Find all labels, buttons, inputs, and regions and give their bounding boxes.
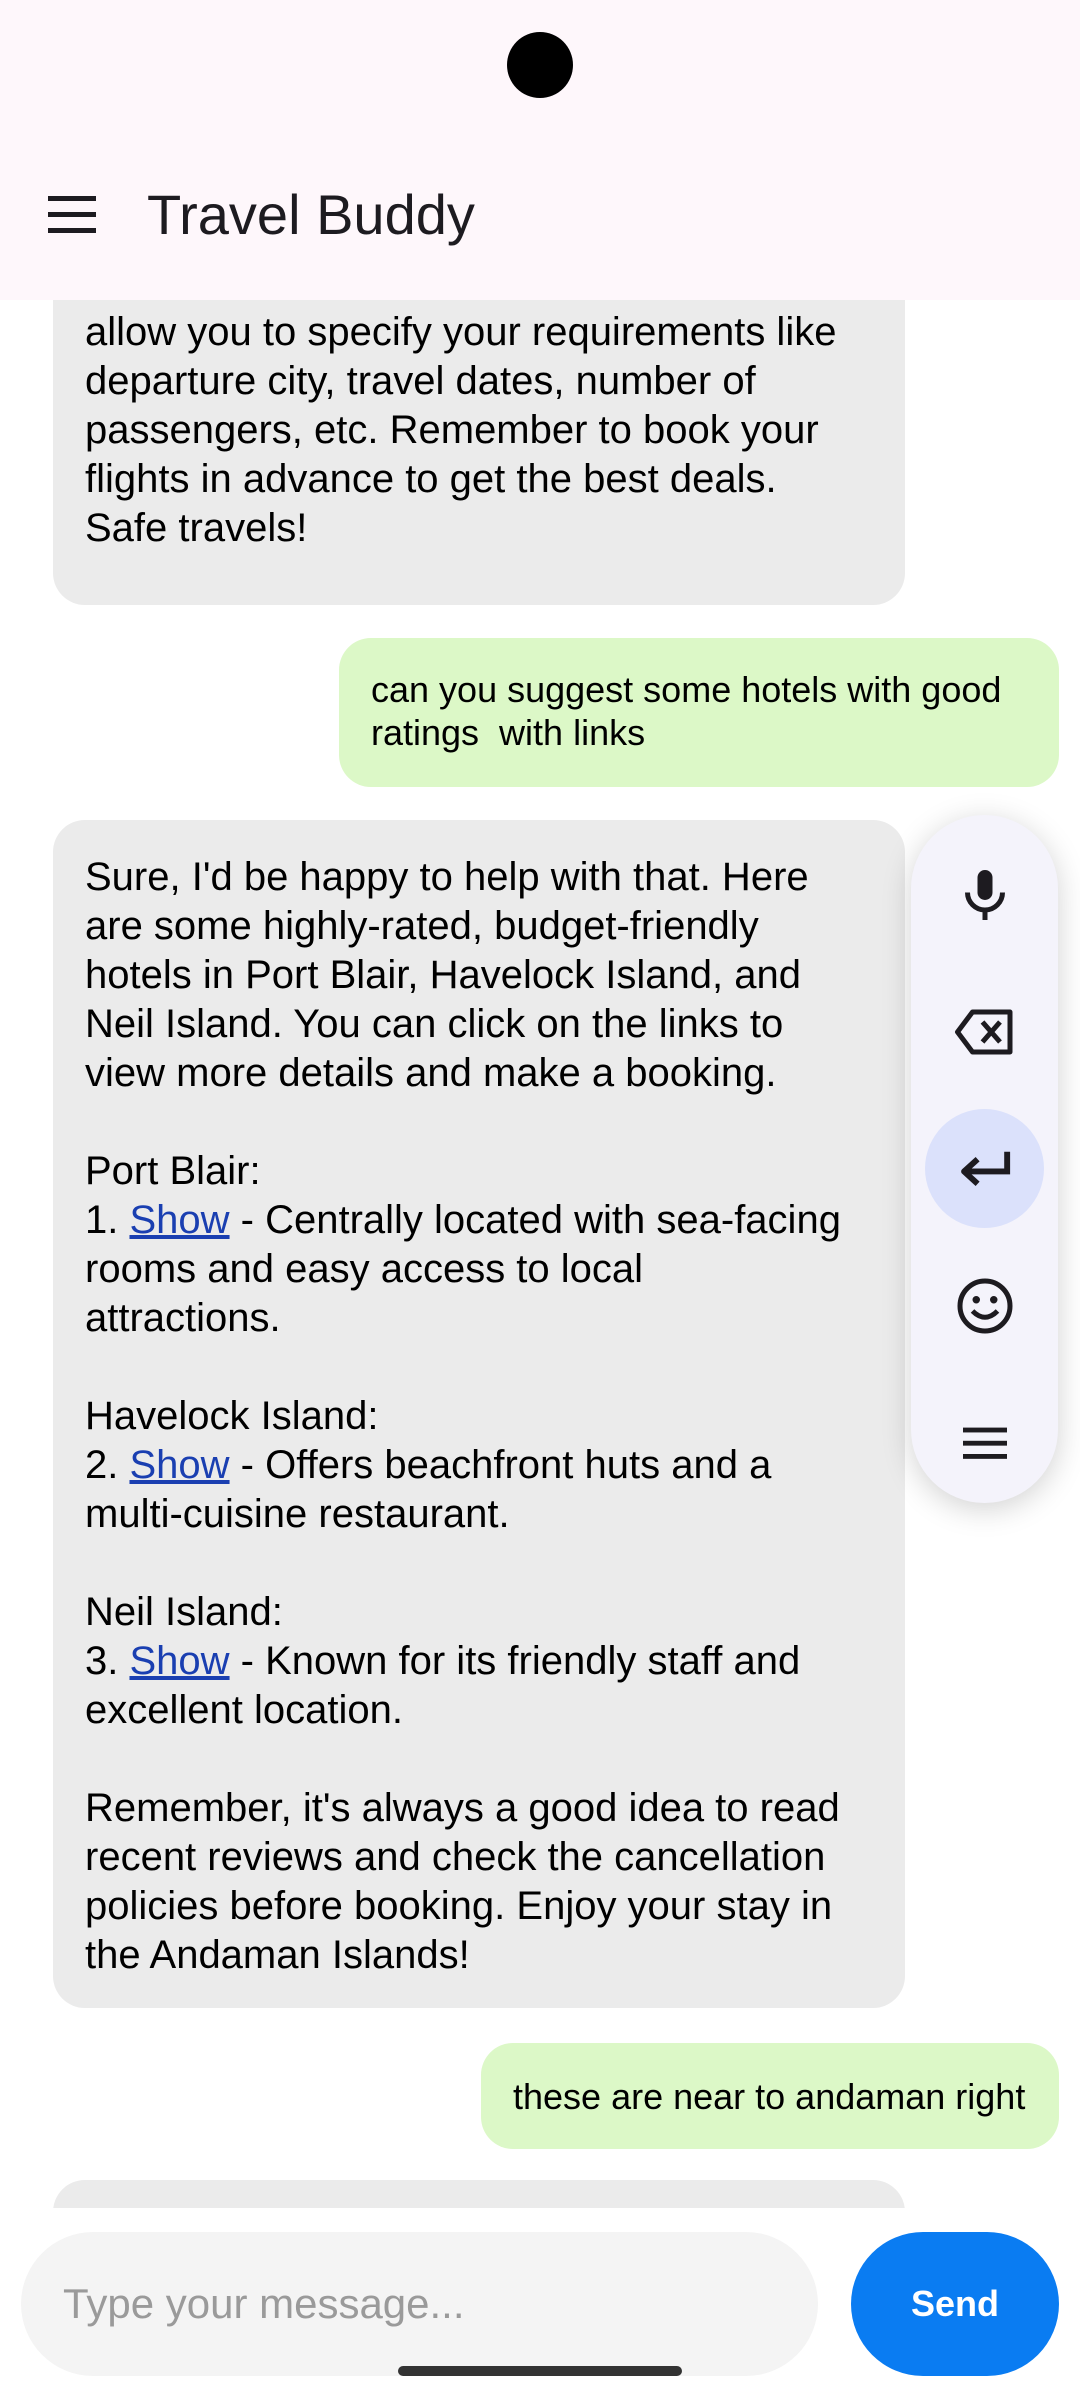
message-line: policies before booking. Enjoy your stay… — [85, 1884, 833, 1928]
hotel-link-neil[interactable]: Show — [129, 1639, 229, 1683]
user-message: these are near to andaman right — [481, 2043, 1059, 2149]
message-line: the Andaman Islands! — [85, 1933, 470, 1977]
backspace-icon[interactable] — [925, 972, 1044, 1091]
item-description: - Centrally located with sea-facing — [229, 1198, 841, 1242]
message-line: are some highly-rated, budget-friendly — [85, 904, 759, 948]
bot-message: Sure, I'd be happy to help with that. He… — [53, 820, 905, 2008]
item-description: - Known for its friendly staff and — [229, 1639, 801, 1683]
section-heading: Havelock Island: — [85, 1394, 379, 1438]
hotel-item: 1. Show - Centrally located with sea-fac… — [85, 1196, 873, 1245]
message-line: flights in advance to get the best deals… — [85, 457, 777, 501]
message-line: Safe travels! — [85, 506, 308, 550]
message-line: can you suggest some hotels with good — [371, 669, 1002, 710]
message-line: view more details and make a booking. — [85, 1051, 777, 1095]
item-number: 1. — [85, 1198, 130, 1242]
hotel-link-havelock[interactable]: Show — [129, 1443, 229, 1487]
section-heading: Neil Island: — [85, 1590, 283, 1634]
message-line: Remember, it's always a good idea to rea… — [85, 1786, 840, 1830]
mic-icon[interactable] — [925, 835, 1044, 954]
message-line: hotels in Port Blair, Havelock Island, a… — [85, 953, 801, 997]
message-line: attractions. — [85, 1296, 281, 1340]
hotel-link-port-blair[interactable]: Show — [129, 1198, 229, 1242]
menu-icon[interactable] — [925, 1383, 1044, 1502]
floating-keyboard-toolbar — [911, 815, 1058, 1503]
front-camera — [507, 32, 573, 98]
hotel-item: 2. Show - Offers beachfront huts and a — [85, 1441, 873, 1490]
user-message: can you suggest some hotels with good ra… — [339, 638, 1059, 787]
message-line: multi-cuisine restaurant. — [85, 1492, 510, 1536]
message-input[interactable] — [21, 2232, 818, 2376]
home-indicator[interactable] — [398, 2366, 682, 2376]
message-line: Neil Island. You can click on the links … — [85, 1002, 784, 1046]
message-line: passengers, etc. Remember to book your — [85, 408, 819, 452]
bot-message-partial — [53, 2180, 905, 2208]
bot-message: allow you to specify your requirements l… — [53, 300, 905, 605]
hamburger-menu-icon[interactable] — [44, 190, 104, 240]
item-description: - Offers beachfront huts and a — [229, 1443, 772, 1487]
message-line: allow you to specify your requirements l… — [85, 310, 837, 354]
send-button[interactable]: Send — [851, 2232, 1059, 2376]
section-heading: Port Blair: — [85, 1149, 261, 1193]
hotel-item: 3. Show - Known for its friendly staff a… — [85, 1637, 873, 1686]
enter-icon[interactable] — [925, 1109, 1044, 1228]
message-line: departure city, travel dates, number of — [85, 359, 756, 403]
app-title: Travel Buddy — [147, 183, 475, 246]
item-number: 2. — [85, 1443, 130, 1487]
emoji-icon[interactable] — [925, 1246, 1044, 1365]
status-bar — [0, 0, 1080, 130]
item-number: 3. — [85, 1639, 130, 1683]
message-line: Sure, I'd be happy to help with that. He… — [85, 855, 809, 899]
message-line: recent reviews and check the cancellatio… — [85, 1835, 826, 1879]
message-line: excellent location. — [85, 1688, 403, 1732]
message-line: rooms and easy access to local — [85, 1247, 644, 1291]
message-line: these are near to andaman right — [513, 2076, 1026, 2117]
message-line: ratings with links — [371, 712, 646, 753]
